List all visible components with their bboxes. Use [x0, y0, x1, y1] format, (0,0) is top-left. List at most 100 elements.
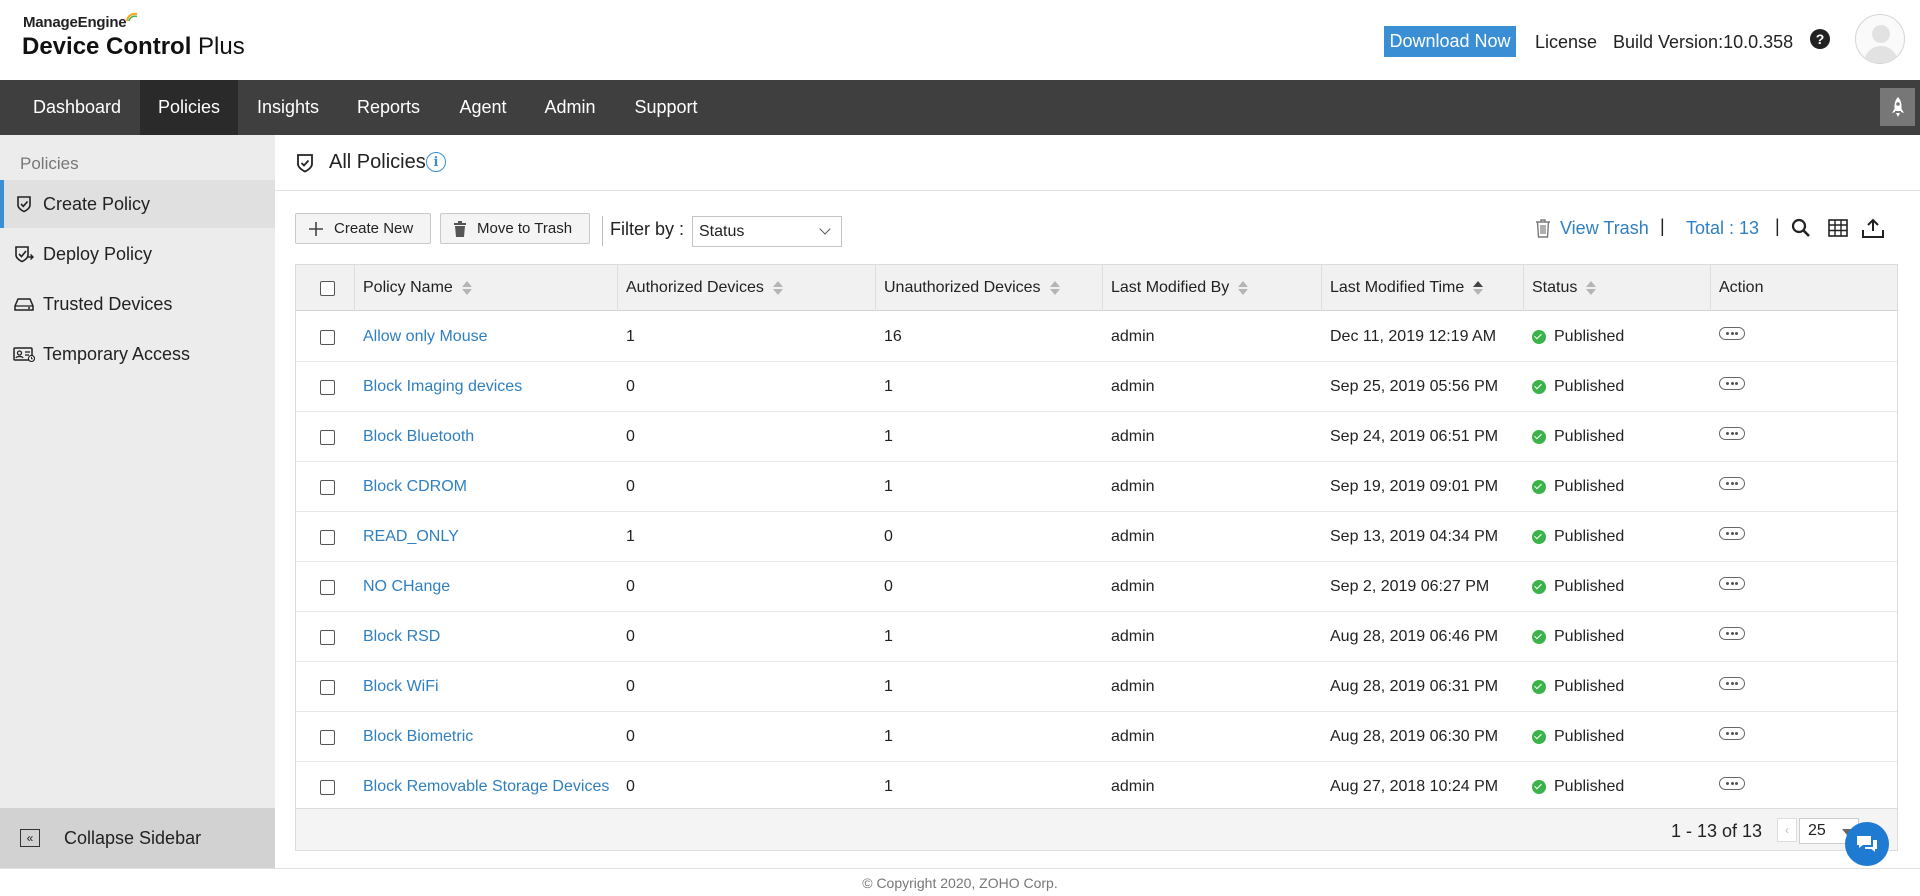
row-checkbox[interactable] [320, 479, 335, 495]
column-last-modified-time[interactable]: Last Modified Time [1322, 265, 1524, 311]
sidebar-item-label: Create Policy [43, 193, 151, 214]
last-modified-time-cell: Aug 28, 2019 06:31 PM [1330, 678, 1499, 695]
select-all-checkbox[interactable] [320, 280, 335, 296]
status-filter-select[interactable]: Status [692, 216, 842, 247]
policy-name-link[interactable]: Block Removable Storage Devices [363, 762, 609, 812]
row-checkbox[interactable] [320, 379, 335, 395]
more-options-icon[interactable] [1719, 776, 1745, 790]
download-now-button[interactable]: Download Now [1384, 26, 1516, 57]
nav-agent[interactable]: Agent [443, 80, 523, 135]
nav-support[interactable]: Support [617, 80, 715, 135]
info-icon[interactable]: i [426, 152, 446, 172]
row-checkbox[interactable] [320, 579, 335, 595]
search-icon[interactable] [1791, 216, 1811, 240]
move-to-trash-button[interactable]: Move to Trash [440, 213, 590, 244]
more-options-icon[interactable] [1719, 676, 1745, 690]
more-options-icon[interactable] [1719, 526, 1745, 540]
column-last-modified-by[interactable]: Last Modified By [1103, 265, 1322, 311]
user-avatar-icon[interactable] [1855, 14, 1905, 64]
more-options-icon[interactable] [1719, 726, 1745, 740]
nav-reports[interactable]: Reports [338, 80, 439, 135]
more-options-icon[interactable] [1719, 576, 1745, 590]
column-unauthorized-devices[interactable]: Unauthorized Devices [876, 265, 1103, 311]
policy-name-link[interactable]: Block Bluetooth [363, 412, 474, 462]
select-all-cell [296, 265, 355, 311]
license-link[interactable]: License [1535, 32, 1597, 53]
status-cell: Published [1532, 312, 1624, 362]
view-trash-link[interactable]: View Trash [1534, 216, 1649, 240]
column-policy-name[interactable]: Policy Name [355, 265, 618, 311]
status-label: Published [1554, 528, 1625, 545]
previous-page-icon[interactable]: ‹ [1777, 818, 1797, 842]
policy-name-link[interactable]: Block Biometric [363, 712, 473, 762]
table-row[interactable]: Block Bluetooth 0 1 admin Sep 24, 2019 06:51… [296, 412, 1897, 462]
status-cell: Published [1532, 612, 1624, 662]
more-options-icon[interactable] [1719, 476, 1745, 490]
question-circle-icon[interactable]: ? [1810, 29, 1830, 49]
status-label: Published [1554, 778, 1625, 795]
sidebar-item-create-policy[interactable]: Create Policy [0, 180, 275, 228]
more-options-icon[interactable] [1719, 326, 1745, 340]
row-checkbox[interactable] [320, 329, 335, 345]
column-status[interactable]: Status [1524, 265, 1711, 311]
row-select-cell [320, 512, 335, 562]
row-checkbox[interactable] [320, 429, 335, 445]
collapse-sidebar-button[interactable]: « Collapse Sidebar [0, 808, 275, 868]
table-row[interactable]: Allow only Mouse 1 16 admin Dec 11, 2019 12:… [296, 312, 1897, 362]
policies-table: Policy Name Authorized Devices Unauthori… [295, 264, 1898, 851]
nav-admin[interactable]: Admin [527, 80, 613, 135]
create-new-button[interactable]: Create New [295, 213, 431, 244]
rocket-icon[interactable] [1880, 88, 1915, 126]
status-label: Published [1554, 578, 1625, 595]
more-options-icon[interactable] [1719, 376, 1745, 390]
status-label: Published [1554, 628, 1625, 645]
sidebar-item-deploy-policy[interactable]: Deploy Policy [0, 230, 275, 278]
more-options-icon[interactable] [1719, 626, 1745, 640]
table-row[interactable]: Block WiFi 0 1 admin Aug 28, 2019 06:31 PM Pu… [296, 662, 1897, 712]
build-version: Build Version:10.0.358 [1613, 32, 1794, 52]
more-options-icon[interactable] [1719, 426, 1745, 440]
row-select-cell [320, 612, 335, 662]
policy-name-link[interactable]: Block Imaging devices [363, 362, 522, 412]
sidebar-item-temporary-access[interactable]: Temporary Access [0, 330, 275, 378]
table-row[interactable]: Block Imaging devices 0 1 admin Sep 25, 2019… [296, 362, 1897, 412]
column-authorized-devices[interactable]: Authorized Devices [618, 265, 876, 311]
row-checkbox[interactable] [320, 529, 335, 545]
row-checkbox[interactable] [320, 629, 335, 645]
sidebar-item-trusted-devices[interactable]: Trusted Devices [0, 280, 275, 328]
status-label: Published [1554, 678, 1625, 695]
export-icon[interactable] [1862, 216, 1884, 240]
column-label: Action [1719, 279, 1764, 296]
table-row[interactable]: READ_ONLY 1 0 admin Sep 13, 2019 04:34 PM Pub… [296, 512, 1897, 562]
column-action: Action [1711, 265, 1897, 311]
sidebar: Policies Create Policy Deploy Policy Tru… [0, 135, 275, 868]
policy-name-link[interactable]: Block WiFi [363, 662, 439, 712]
table-row[interactable]: Block RSD 0 1 admin Aug 28, 2019 06:46 PM Pub… [296, 612, 1897, 662]
collapse-sidebar-label: Collapse Sidebar [64, 827, 202, 848]
unauthorized-devices-cell: 1 [884, 728, 893, 745]
nav-dashboard[interactable]: Dashboard [18, 80, 136, 135]
policy-name-link[interactable]: Block RSD [363, 612, 440, 662]
policy-name-link[interactable]: Allow only Mouse [363, 312, 488, 362]
nav-insights[interactable]: Insights [242, 80, 334, 135]
table-row[interactable]: NO CHange 0 0 admin Sep 2, 2019 06:27 PM Publ… [296, 562, 1897, 612]
column-chooser-icon[interactable] [1828, 216, 1848, 240]
authorized-devices-cell: 0 [626, 628, 635, 645]
chat-icon[interactable] [1845, 822, 1889, 866]
nav-policies[interactable]: Policies [140, 80, 238, 135]
action-cell [1719, 512, 1745, 554]
column-label: Status [1532, 279, 1578, 296]
app-header: ManageEngine Device Control Plus Downloa… [0, 0, 1920, 80]
separator: | [1660, 216, 1665, 236]
policy-name-link[interactable]: READ_ONLY [363, 512, 459, 562]
table-row[interactable]: Block Biometric 0 1 admin Aug 28, 2019 06:30… [296, 712, 1897, 762]
policy-name-link[interactable]: NO CHange [363, 562, 450, 612]
status-cell: Published [1532, 412, 1624, 462]
table-row[interactable]: Block CDROM 0 1 admin Sep 19, 2019 09:01 PM P… [296, 462, 1897, 512]
policy-name-link[interactable]: Block CDROM [363, 462, 467, 512]
table-row[interactable]: Block Removable Storage Devices 0 1 admin Au… [296, 762, 1897, 812]
row-checkbox[interactable] [320, 729, 335, 745]
row-checkbox[interactable] [320, 679, 335, 695]
row-checkbox[interactable] [320, 779, 335, 795]
unauthorized-devices-cell: 1 [884, 678, 893, 695]
